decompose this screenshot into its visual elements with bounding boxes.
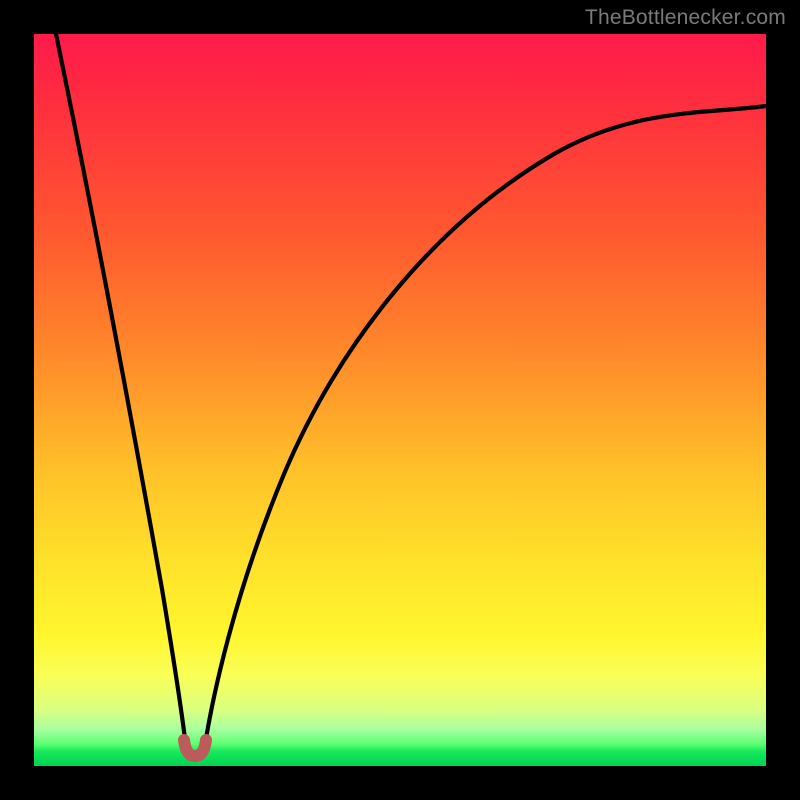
watermark-text: TheBottlenecker.com	[585, 6, 786, 30]
curve-left-branch	[56, 34, 187, 751]
plot-area	[34, 34, 766, 766]
valley-marker	[184, 740, 206, 756]
curve-right-branch	[204, 106, 766, 751]
curve-layer	[34, 34, 766, 766]
chart-frame: TheBottlenecker.com	[0, 0, 800, 800]
